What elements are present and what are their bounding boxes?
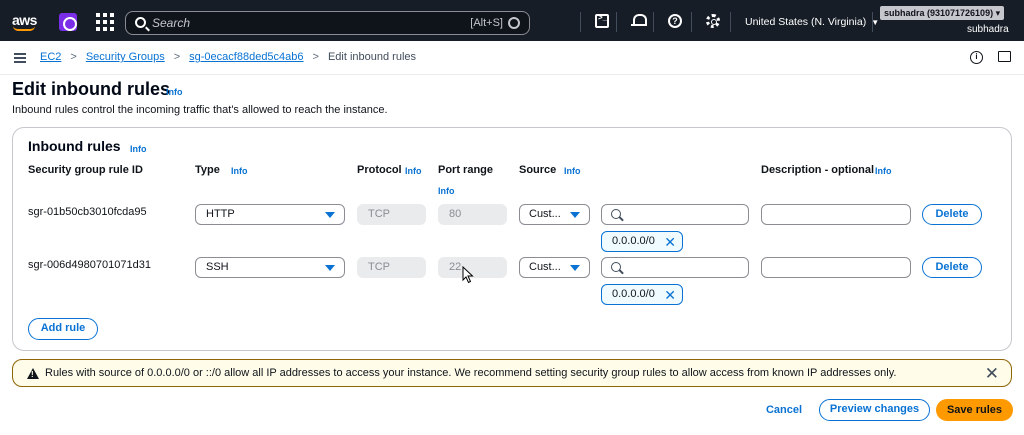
search-shortcut: [Alt+S] [470,17,503,29]
breadcrumb-security-group-id[interactable]: sg-0ecacf88ded5c4ab6 [189,51,303,63]
column-header-type: Type [195,164,220,176]
info-panel-icon[interactable]: i [970,51,983,64]
chevron-right-icon: > [70,51,77,63]
source-select[interactable]: Cust... [519,204,590,225]
page-title: Edit inbound rules [12,79,170,99]
shortcut-icon [508,17,520,29]
caret-down-icon [325,265,335,271]
column-header-port-range: Port range [438,164,494,176]
breadcrumb-current: Edit inbound rules [327,51,417,63]
gear-icon[interactable] [706,14,720,28]
delete-rule-button[interactable]: Delete [922,257,982,278]
mouse-cursor-icon [462,266,474,284]
search-icon [135,17,146,28]
cidr-search-input[interactable] [601,257,749,278]
warning-alert: Rules with source of 0.0.0.0/0 or ::/0 a… [12,359,1012,387]
help-icon[interactable]: ? [668,14,682,28]
protocol-field: TCP [357,204,426,225]
panel-title: Inbound rules [28,138,121,154]
preview-changes-button[interactable]: Preview changes [819,399,930,421]
protocol-info-link[interactable]: Info [405,166,422,176]
cidr-token: 0.0.0.0/0 ✕ [601,284,683,305]
feedback-icon[interactable] [998,51,1011,62]
breadcrumb-bar: EC2 > Security Groups > sg-0ecacf88ded5c… [0,41,1024,75]
port-range-field: 80 [438,204,507,225]
warning-icon [27,368,39,379]
region-label: United States (N. Virginia) [745,16,867,28]
type-value: HTTP [206,208,235,220]
type-select[interactable]: HTTP [195,204,345,225]
close-icon[interactable]: ✕ [985,364,999,384]
cidr-value: 0.0.0.0/0 [612,288,655,300]
cidr-value: 0.0.0.0/0 [612,235,655,247]
divider [580,12,581,32]
caret-down-icon [570,265,580,271]
menu-icon[interactable] [14,53,26,63]
breadcrumb-ec2[interactable]: EC2 [40,51,61,63]
region-selector[interactable]: United States (N. Virginia) ▼ [745,16,879,28]
cidr-search-input[interactable] [601,204,749,225]
column-header-rule-id: Security group rule ID [28,164,143,176]
cloudshell-icon[interactable] [595,13,609,28]
rule-id: sgr-01b50cb3010fcda95 [28,206,147,218]
source-value: Cust... [529,208,561,220]
breadcrumb-security-groups[interactable]: Security Groups [86,51,165,63]
inbound-rules-panel: Inbound rules Info Security group rule I… [12,127,1012,351]
protocol-field: TCP [357,257,426,278]
description-input[interactable] [761,204,911,225]
save-rules-button[interactable]: Save rules [936,399,1013,421]
column-header-description: Description - optional [761,164,875,176]
account-label: subhadra (931071726109) [884,8,994,18]
type-value: SSH [206,261,229,273]
divider [653,12,654,32]
page-description: Inbound rules control the incoming traff… [12,104,388,116]
divider [616,12,617,32]
add-rule-button[interactable]: Add rule [28,318,98,340]
caret-down-icon [325,212,335,218]
column-header-protocol: Protocol [357,164,402,176]
aws-logo[interactable]: aws [12,12,40,31]
bell-icon[interactable] [631,14,647,28]
page-info-link[interactable]: Info [166,87,183,97]
account-menu[interactable]: subhadra (931071726109) ▾ [880,6,1005,20]
chevron-right-icon: > [312,51,319,63]
close-icon[interactable]: ✕ [664,286,676,304]
global-search[interactable]: [Alt+S] [125,11,530,35]
apps-grid-icon[interactable] [96,13,114,31]
description-info-link[interactable]: Info [875,166,892,176]
type-select[interactable]: SSH [195,257,345,278]
caret-down-icon [570,212,580,218]
cancel-button[interactable]: Cancel [760,400,808,420]
delete-rule-button[interactable]: Delete [922,204,982,225]
panel-info-link[interactable]: Info [130,144,147,154]
services-icon[interactable] [59,13,77,31]
column-header-source: Source [519,164,557,176]
divider [872,12,873,32]
source-select[interactable]: Cust... [519,257,590,278]
divider [730,12,731,32]
close-icon[interactable]: ✕ [664,233,676,251]
source-info-link[interactable]: Info [564,166,581,176]
search-icon [611,209,621,219]
chevron-right-icon: > [173,51,181,63]
source-value: Cust... [529,261,561,273]
rule-id: sgr-006d4980701071d31 [28,259,151,271]
type-info-link[interactable]: Info [231,166,248,176]
account-user: subhadra [967,24,1009,35]
breadcrumb: EC2 > Security Groups > sg-0ecacf88ded5c… [40,51,416,63]
cidr-token: 0.0.0.0/0 ✕ [601,231,683,252]
port-range-info-link[interactable]: Info [438,186,455,196]
divider [691,12,692,32]
description-input[interactable] [761,257,911,278]
search-input[interactable] [152,15,452,31]
top-navigation-bar: aws [Alt+S] ? United States (N. Virginia… [0,0,1024,41]
search-icon [611,262,621,272]
caret-down-icon: ▾ [995,8,1001,18]
warning-text: Rules with source of 0.0.0.0/0 or ::/0 a… [45,367,897,379]
